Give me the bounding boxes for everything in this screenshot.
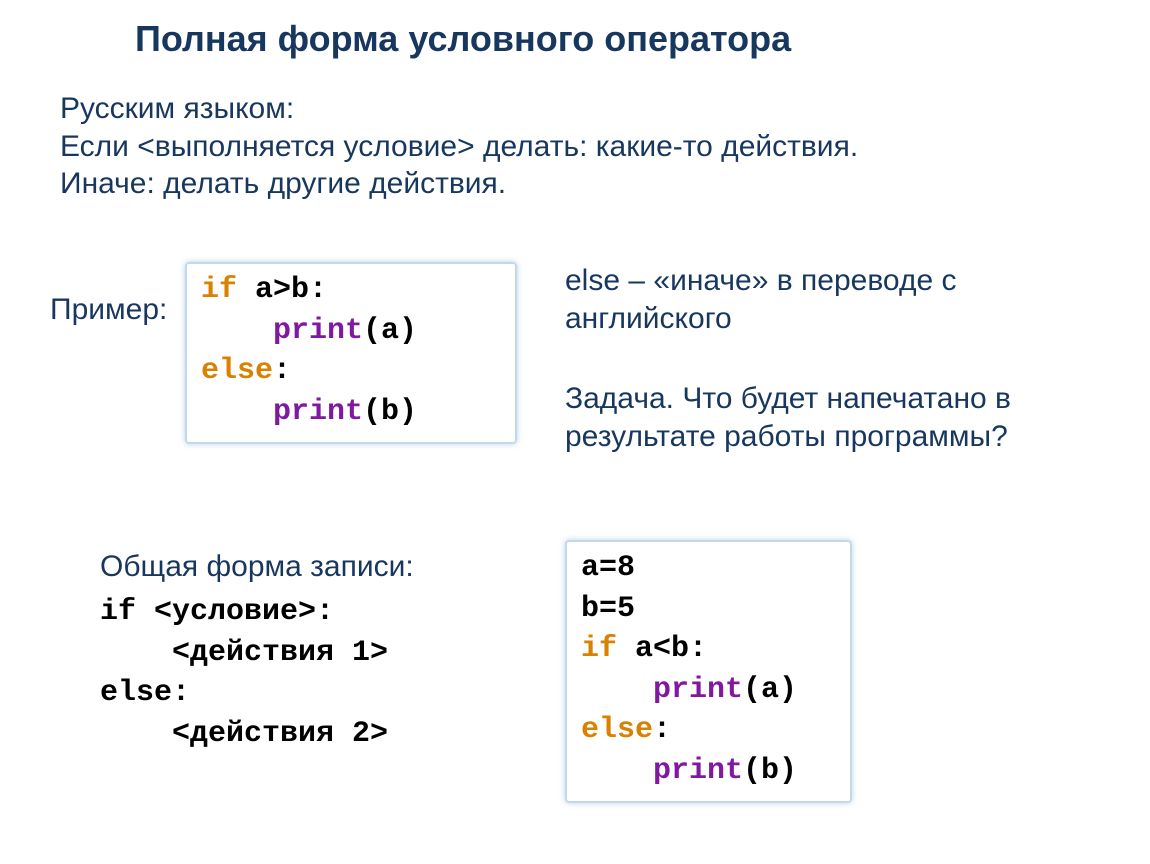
intro-line-2: Если <выполняется условие> делать: какие… — [60, 128, 1090, 166]
code-func-print: print — [273, 395, 363, 429]
code-func-print: print — [273, 314, 363, 348]
general-form-label: Общая форма записи: — [100, 550, 414, 584]
else-description: else – «иначе» в переводе с английского — [565, 262, 1105, 337]
code-indent — [201, 395, 273, 429]
code-func-print: print — [653, 754, 743, 788]
code-paren: (b) — [743, 754, 797, 788]
code-colon: : — [653, 713, 671, 747]
task-code-box: a=8 b=5 if a<b: print(a) else: print(b) — [565, 540, 852, 803]
code-keyword-else: else — [201, 354, 273, 388]
code-text: a>b: — [237, 273, 327, 307]
general-line-4: <действия 2> — [100, 717, 388, 751]
code-indent — [581, 673, 653, 707]
code-keyword-if: if — [581, 632, 617, 666]
code-text: a<b: — [617, 632, 707, 666]
code-colon: : — [273, 354, 291, 388]
slide: Полная форма условного оператора Русским… — [0, 0, 1150, 864]
example-label: Пример: — [50, 293, 167, 327]
intro-line-1: Русским языком: — [60, 90, 1090, 128]
task-question: Задача. Что будет напечатано в результат… — [565, 380, 1125, 455]
slide-title: Полная форма условного оператора — [135, 18, 791, 60]
general-line-1: if <условие>: — [100, 595, 334, 629]
code-paren: (a) — [363, 314, 417, 348]
general-form-code: if <условие>: <действия 1> else: <действ… — [100, 592, 388, 754]
code-line: b=5 — [581, 592, 635, 626]
general-line-2: <действия 1> — [100, 636, 388, 670]
code-indent — [581, 754, 653, 788]
intro-text: Русским языком: Если <выполняется услови… — [60, 90, 1090, 203]
code-keyword-if: if — [201, 273, 237, 307]
code-indent — [201, 314, 273, 348]
code-line: a=8 — [581, 551, 635, 585]
code-func-print: print — [653, 673, 743, 707]
code-keyword-else: else — [581, 713, 653, 747]
code-paren: (b) — [363, 395, 417, 429]
example-code-box: if a>b: print(a) else: print(b) — [185, 262, 517, 444]
general-line-3: else: — [100, 676, 190, 710]
code-paren: (a) — [743, 673, 797, 707]
intro-line-3: Иначе: делать другие действия. — [60, 165, 1090, 203]
